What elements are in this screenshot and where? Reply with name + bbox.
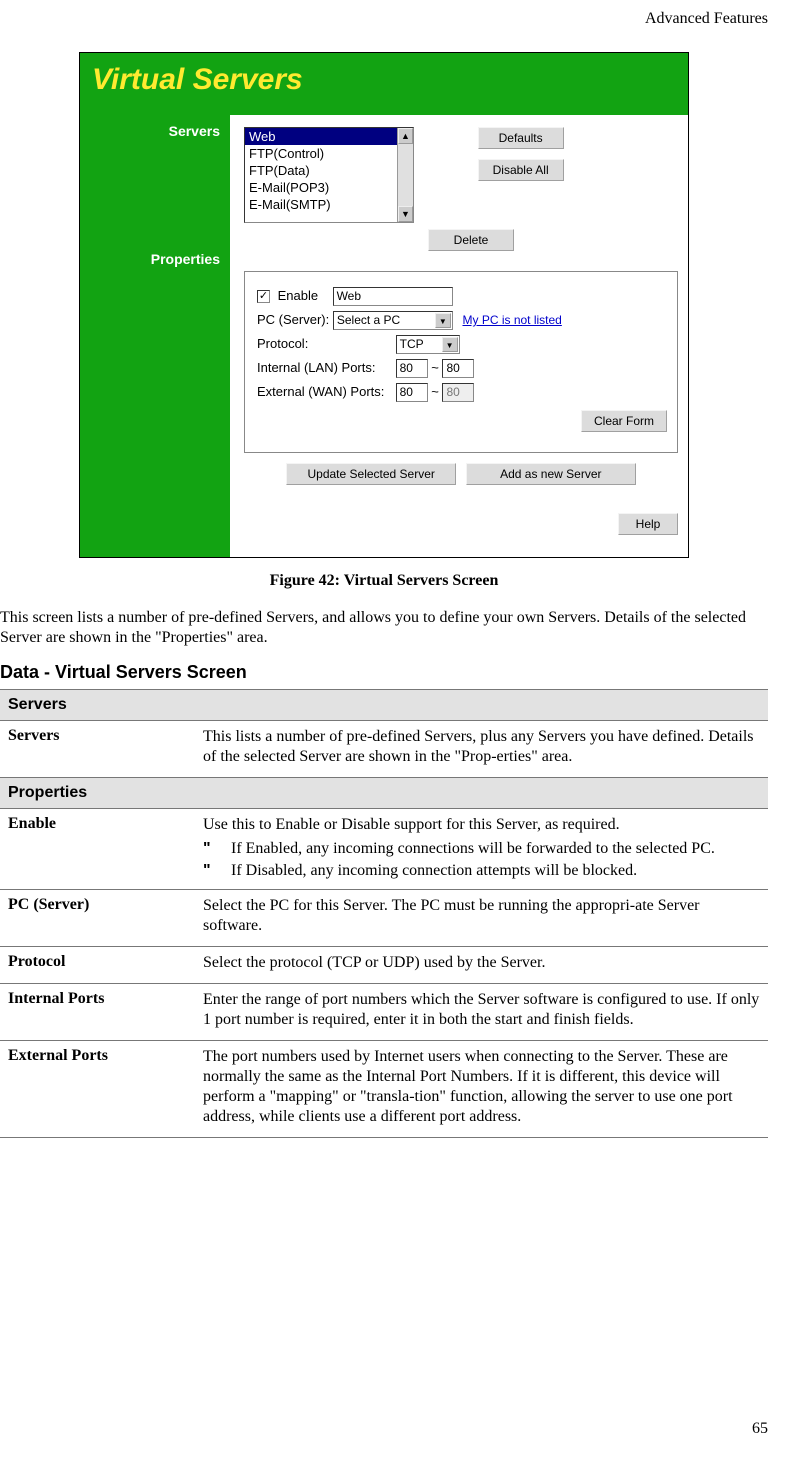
row-key-external: External Ports <box>0 1041 195 1138</box>
screenshot-virtual-servers: Virtual Servers Servers Properties Web F… <box>79 52 689 558</box>
left-label-servers: Servers <box>80 123 220 139</box>
server-option[interactable]: E-Mail(POP3) <box>245 179 413 196</box>
servers-listbox[interactable]: Web FTP(Control) FTP(Data) E-Mail(POP3) … <box>244 127 414 223</box>
protocol-label: Protocol: <box>257 336 392 351</box>
listbox-scrollbar[interactable]: ▲ ▼ <box>397 128 413 222</box>
enable-checkbox[interactable]: ✓ <box>257 290 270 303</box>
row-text-internal: Enter the range of port numbers which th… <box>203 990 760 1030</box>
row-key-protocol: Protocol <box>0 947 195 984</box>
page-number: 65 <box>752 1420 768 1438</box>
lan-port-from-input[interactable]: 80 <box>396 359 428 378</box>
add-as-new-server-button[interactable]: Add as new Server <box>466 463 636 485</box>
pc-label: PC (Server): <box>257 312 329 327</box>
my-pc-not-listed-link[interactable]: My PC is not listed <box>462 313 561 327</box>
scroll-up-icon[interactable]: ▲ <box>398 128 413 144</box>
bullet-text: If Disabled, any incoming connection att… <box>231 861 760 881</box>
protocol-select[interactable]: TCP <box>396 335 460 354</box>
lan-ports-label: Internal (LAN) Ports: <box>257 360 392 375</box>
server-option[interactable]: FTP(Control) <box>245 145 413 162</box>
bullet-text: If Enabled, any incoming connections wil… <box>231 839 760 859</box>
left-label-properties: Properties <box>80 251 220 267</box>
intro-paragraph: This screen lists a number of pre-define… <box>0 608 768 648</box>
server-name-input[interactable]: Web <box>333 287 453 306</box>
tilde-separator: ~ <box>431 360 439 375</box>
table-section-properties: Properties <box>0 778 768 809</box>
help-button[interactable]: Help <box>618 513 678 535</box>
wan-ports-label: External (WAN) Ports: <box>257 384 392 399</box>
lan-port-to-input[interactable]: 80 <box>442 359 474 378</box>
row-text-enable-lead: Use this to Enable or Disable support fo… <box>203 815 760 835</box>
pc-select[interactable]: Select a PC <box>333 311 453 330</box>
clear-form-button[interactable]: Clear Form <box>581 410 667 432</box>
defaults-button[interactable]: Defaults <box>478 127 564 149</box>
server-option[interactable]: Web <box>245 128 413 145</box>
server-option[interactable]: E-Mail(SMTP) <box>245 196 413 213</box>
bullet-marker: " <box>203 861 231 881</box>
running-head: Advanced Features <box>0 10 768 28</box>
tilde-separator: ~ <box>431 384 439 399</box>
row-text-pc: Select the PC for this Server. The PC mu… <box>203 896 760 936</box>
server-option[interactable]: FTP(Data) <box>245 162 413 179</box>
figure-caption: Figure 42: Virtual Servers Screen <box>0 572 768 590</box>
row-text-protocol: Select the protocol (TCP or UDP) used by… <box>203 953 760 973</box>
bullet-marker: " <box>203 839 231 859</box>
row-key-internal: Internal Ports <box>0 984 195 1041</box>
wan-port-from-input[interactable]: 80 <box>396 383 428 402</box>
wan-port-to-input: 80 <box>442 383 474 402</box>
delete-button[interactable]: Delete <box>428 229 514 251</box>
table-section-servers: Servers <box>0 690 768 721</box>
row-key-pc: PC (Server) <box>0 890 195 947</box>
row-key-enable: Enable <box>0 809 195 890</box>
screenshot-banner: Virtual Servers <box>80 53 688 115</box>
disable-all-button[interactable]: Disable All <box>478 159 564 181</box>
properties-panel: ✓ Enable Web PC (Server): Select a PC My… <box>244 271 678 453</box>
screenshot-title: Virtual Servers <box>92 63 303 96</box>
row-text-external: The port numbers used by Internet users … <box>203 1047 760 1127</box>
row-text-servers: This lists a number of pre-defined Serve… <box>203 727 760 767</box>
enable-label: Enable <box>278 288 318 303</box>
figure-wrapper: Virtual Servers Servers Properties Web F… <box>0 52 768 590</box>
update-selected-server-button[interactable]: Update Selected Server <box>286 463 456 485</box>
section-heading: Data - Virtual Servers Screen <box>0 662 768 683</box>
row-key-servers: Servers <box>0 721 195 778</box>
data-table: Servers Servers This lists a number of p… <box>0 689 768 1138</box>
scroll-down-icon[interactable]: ▼ <box>398 206 413 222</box>
